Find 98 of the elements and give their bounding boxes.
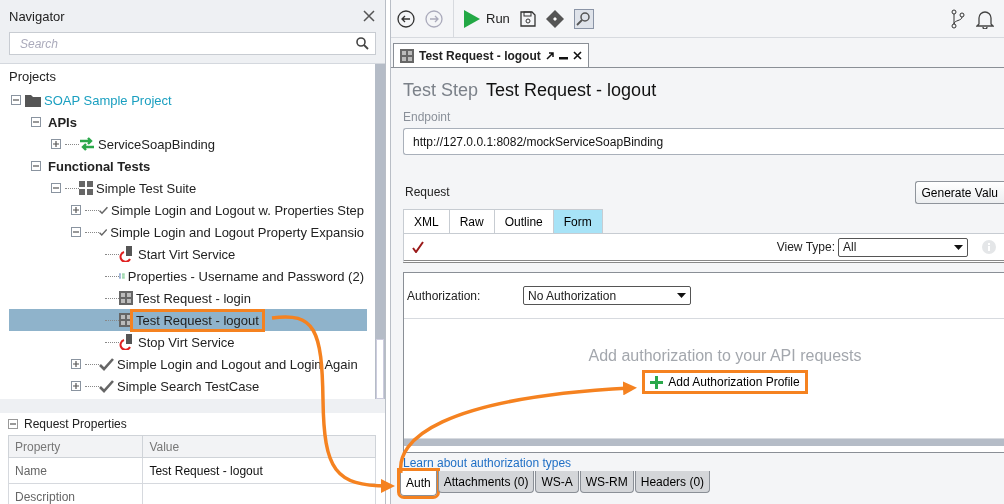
collapse-icon[interactable] — [31, 117, 41, 127]
tree-item-label: Simple Login and Logout w. Properties Step — [110, 201, 365, 219]
soap-icon — [400, 48, 414, 63]
expand-icon[interactable] — [71, 205, 81, 215]
diamond-icon[interactable] — [545, 9, 564, 28]
tree-root-label: Projects — [9, 68, 57, 86]
bottom-tab[interactable]: Attachments (0) — [437, 471, 535, 493]
run-button[interactable]: Run — [464, 9, 510, 28]
column-header: Value — [142, 435, 376, 458]
tree-item-label: Simple Search TestCase — [116, 377, 261, 395]
step-title: Test Request - logout — [486, 80, 657, 101]
expand-icon[interactable] — [71, 381, 81, 391]
tree-row[interactable]: Simple Login and Logout and Login Again — [9, 353, 367, 375]
field-label: Authorization: — [407, 288, 482, 303]
search-input[interactable]: Search — [18, 35, 318, 52]
save-icon[interactable] — [519, 10, 536, 27]
empty-state-message: Add authorization to your API requests — [588, 347, 862, 365]
table-cell: Test Request - logout — [142, 457, 376, 484]
tree-item-label: ServiceSoapBinding — [97, 135, 217, 153]
soap-icon — [119, 291, 133, 305]
plus-icon — [650, 375, 664, 389]
search-icon[interactable] — [356, 37, 369, 50]
generate-button[interactable]: Generate Valu — [914, 181, 1004, 204]
tree-row[interactable]: Simple Test Suite — [9, 177, 367, 199]
server-refresh-icon — [119, 334, 135, 350]
tree-item-label: Simple Login and Logout Property Expansio — [109, 223, 365, 241]
add-profile-button[interactable]: Add Authorization Profile — [645, 373, 805, 391]
tree-item-label: Simple Login and Logout and Login Again — [116, 355, 359, 373]
tree-row[interactable]: Functional Tests — [9, 155, 367, 177]
tree-item-label: Stop Virt Service — [137, 333, 236, 351]
server-refresh-icon — [119, 246, 135, 262]
panel-title: Navigator — [9, 8, 65, 24]
expand-icon[interactable] — [51, 139, 61, 149]
view-tab[interactable]: Raw — [448, 209, 495, 233]
collapse-icon[interactable] — [71, 227, 81, 237]
tab-title: Test Request - logout — [419, 48, 541, 63]
check-icon — [99, 357, 114, 371]
view-tab[interactable]: Outline — [493, 209, 554, 233]
search-field[interactable]: Search — [9, 32, 376, 55]
tree-item-label: APIs — [47, 113, 78, 131]
collapse-icon[interactable] — [8, 419, 18, 429]
back-icon[interactable] — [397, 9, 415, 28]
tree-row[interactable]: Start Virt Service — [9, 243, 367, 265]
list-icon — [119, 270, 125, 282]
checkmark-icon[interactable] — [412, 241, 424, 253]
close-icon[interactable] — [572, 51, 582, 60]
endpoint-field[interactable]: http://127.0.0.1:8082/mockServiceSoapBinding — [403, 128, 1004, 155]
bottom-tab[interactable]: WS-A — [535, 471, 579, 493]
tree-row[interactable]: Test Request - logout — [9, 309, 367, 331]
section-label: Request — [405, 185, 450, 199]
bottom-tab[interactable]: Headers (0) — [634, 471, 711, 493]
field-label: View Type: — [776, 240, 835, 254]
expand-icon[interactable] — [71, 359, 81, 369]
column-header: Property — [8, 435, 143, 458]
tree-row[interactable]: Properties - Username and Password (2) — [9, 265, 367, 287]
tree-row[interactable]: ServiceSoapBinding — [9, 133, 367, 155]
tree-item-label: Functional Tests — [47, 157, 152, 175]
tree-item-label: Test Request - logout — [133, 311, 262, 329]
tree-row[interactable]: Simple Login and Logout Property Expansio — [9, 221, 367, 243]
view-tab[interactable]: XML — [403, 209, 450, 233]
collapse-icon[interactable] — [11, 95, 21, 105]
caret-icon — [677, 293, 686, 298]
bell-icon[interactable] — [976, 8, 994, 29]
tree-item-label: Test Request - login — [135, 289, 252, 307]
scrollbar[interactable] — [404, 438, 1004, 446]
tree-item-label: Start Virt Service — [137, 245, 237, 263]
folder-icon — [25, 93, 41, 107]
tree-row[interactable]: Simple Search TestCase — [9, 375, 367, 397]
editor-tab[interactable]: Test Request - logout — [393, 43, 589, 67]
branch-icon[interactable] — [950, 8, 966, 29]
bottom-tab[interactable]: Auth — [400, 471, 437, 496]
play-icon — [464, 9, 480, 28]
authorization-dropdown[interactable]: No Authorization — [523, 286, 691, 305]
view-type-dropdown[interactable]: All — [838, 237, 968, 257]
caret-icon — [954, 244, 963, 250]
tree-row[interactable]: APIs — [9, 111, 367, 133]
collapse-icon[interactable] — [31, 161, 41, 171]
swap-arrows-icon — [79, 137, 95, 151]
tree-item-label: SOAP Sample Project — [43, 91, 173, 109]
table-cell: Description — [8, 483, 143, 504]
tree-row[interactable]: Simple Login and Logout w. Properties Step — [9, 199, 367, 221]
help-link[interactable]: Learn about authorization types — [403, 456, 1004, 470]
step-type-label: Test Step — [403, 80, 479, 101]
grid-icon — [79, 181, 93, 195]
check-icon — [99, 379, 114, 393]
section-title: Request Properties — [24, 417, 127, 431]
bottom-tab[interactable]: WS-RM — [579, 471, 634, 493]
tree-item-label: Simple Test Suite — [95, 179, 198, 197]
close-icon[interactable] — [363, 10, 375, 22]
collapse-icon[interactable] — [51, 183, 61, 193]
tree-row[interactable]: Stop Virt Service — [9, 331, 367, 353]
scrollbar[interactable] — [375, 64, 385, 399]
tree-row[interactable]: Test Request - login — [9, 287, 367, 309]
table-cell: Name — [8, 457, 143, 484]
tree-item-label: Properties - Username and Password (2) — [126, 267, 365, 285]
field-label: Endpoint — [403, 110, 452, 124]
undock-icon[interactable] — [545, 51, 554, 60]
view-tab[interactable]: Form — [552, 209, 603, 233]
